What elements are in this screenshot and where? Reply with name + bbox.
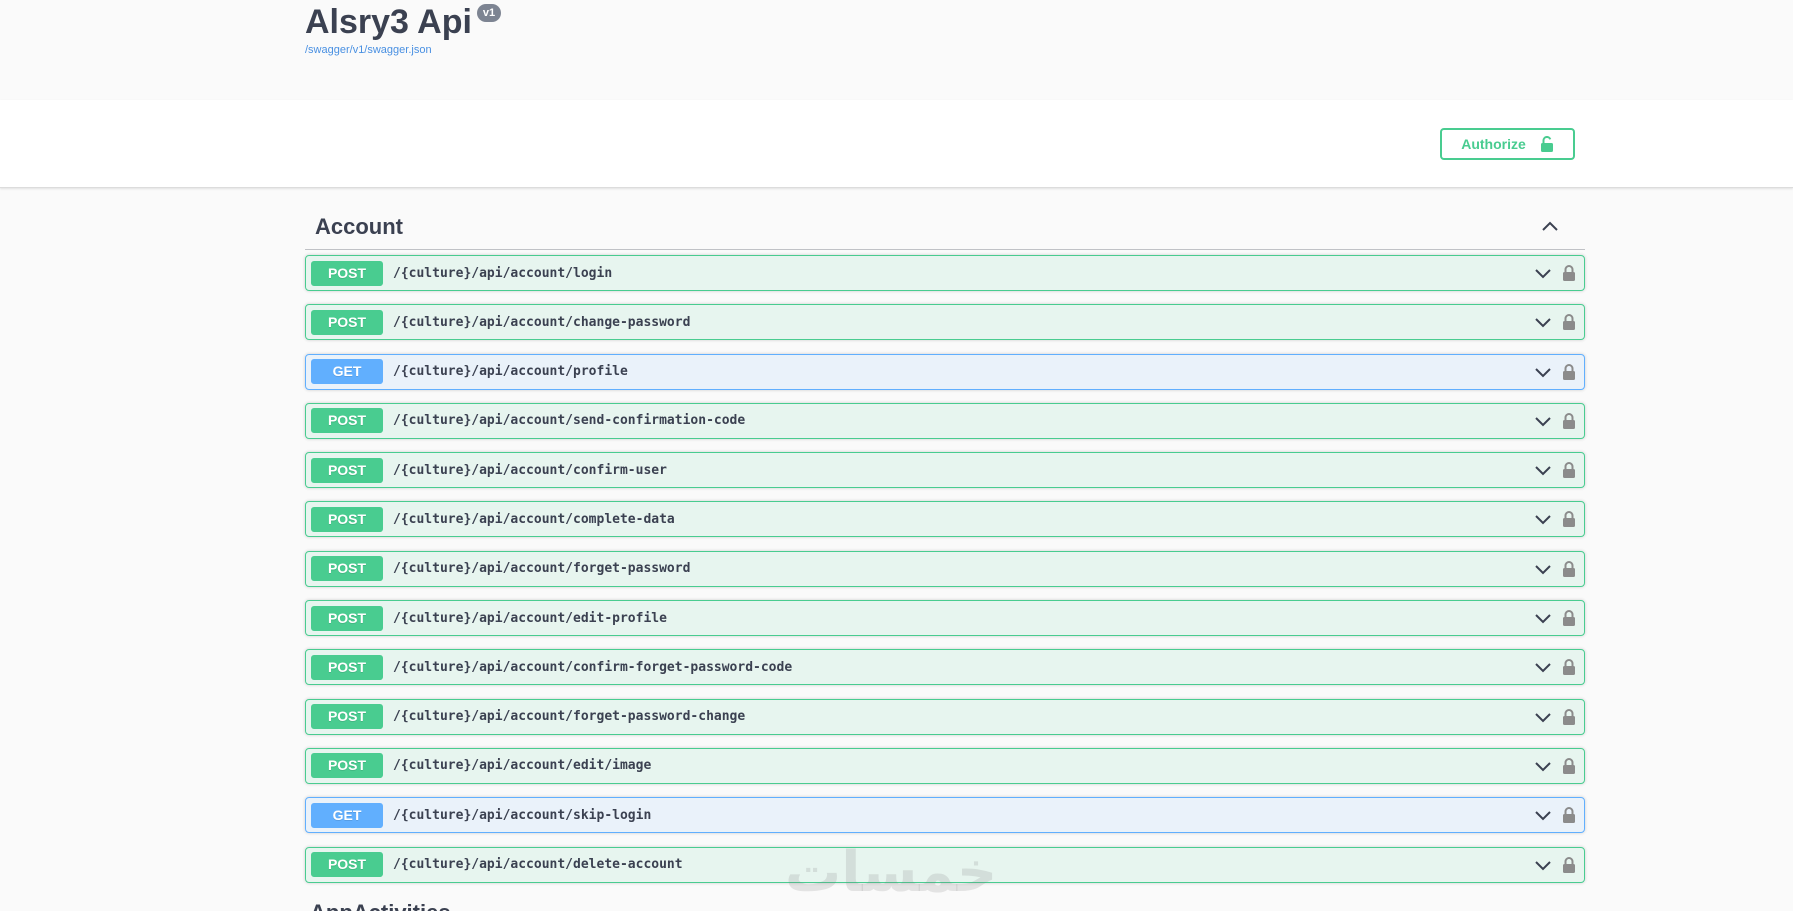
- version-badge: v1: [476, 4, 502, 22]
- lock-icon[interactable]: [1562, 412, 1576, 429]
- tag-title: Account: [315, 214, 403, 239]
- operation-path: /{culture}/api/account/skip-login: [393, 807, 652, 823]
- chevron-down-icon[interactable]: [1534, 461, 1552, 479]
- chevron-down-icon[interactable]: [1534, 609, 1552, 627]
- lock-icon[interactable]: [1562, 610, 1576, 627]
- chevron-down-icon[interactable]: [1534, 856, 1552, 874]
- lock-icon[interactable]: [1562, 560, 1576, 577]
- operation-post[interactable]: POST /{culture}/api/account/send-confirma…: [305, 402, 1585, 439]
- chevron-down-icon[interactable]: [1534, 363, 1552, 381]
- operation-post[interactable]: POST /{culture}/api/account/forget-passwo…: [305, 550, 1585, 587]
- authorize-button[interactable]: Authorize: [1440, 128, 1575, 160]
- lock-icon[interactable]: [1562, 462, 1576, 479]
- operation-path: /{culture}/api/account/confirm-user: [393, 462, 667, 478]
- unlocked-lock-icon: [1540, 136, 1553, 152]
- lock-icon[interactable]: [1562, 757, 1576, 774]
- method-badge: POST: [311, 309, 383, 335]
- method-badge: POST: [311, 753, 383, 779]
- operation-path: /{culture}/api/account/confirm-forget-pa…: [393, 659, 793, 675]
- operation-post[interactable]: POST /{culture}/api/account/confirm-user: [305, 452, 1585, 489]
- operation-post[interactable]: POST /{culture}/api/account/edit-profile: [305, 600, 1585, 637]
- lock-icon[interactable]: [1562, 314, 1576, 331]
- method-badge: POST: [311, 506, 383, 532]
- operation-path: /{culture}/api/account/change-password: [393, 314, 691, 330]
- operation-path: /{culture}/api/account/forget-password-c…: [393, 709, 746, 725]
- operation-path: /{culture}/api/account/profile: [393, 364, 628, 380]
- watermark-logo: خمسات: [785, 840, 998, 905]
- operation-path: /{culture}/api/account/edit-profile: [393, 610, 667, 626]
- method-badge: GET: [311, 802, 383, 828]
- method-badge: POST: [311, 704, 383, 730]
- method-badge: POST: [311, 408, 383, 434]
- chevron-down-icon[interactable]: [1534, 313, 1552, 331]
- lock-icon[interactable]: [1562, 511, 1576, 528]
- chevron-down-icon[interactable]: [1534, 708, 1552, 726]
- lock-icon[interactable]: [1562, 363, 1576, 380]
- api-title-group: Alsry3 Api v1: [305, 2, 502, 42]
- api-info-header: Alsry3 Api v1 /swagger/v1/swagger.json: [0, 0, 1793, 100]
- operation-get[interactable]: GET /{culture}/api/account/profile: [305, 353, 1585, 390]
- operation-path: /{culture}/api/account/send-confirmation…: [393, 413, 746, 429]
- method-badge: POST: [311, 605, 383, 631]
- chevron-down-icon[interactable]: [1534, 806, 1552, 824]
- scheme-container: Authorize: [0, 100, 1793, 188]
- chevron-up-icon[interactable]: [1540, 217, 1560, 237]
- chevron-down-icon[interactable]: [1534, 757, 1552, 775]
- chevron-down-icon[interactable]: [1534, 510, 1552, 528]
- tag-title-next: AppActivities: [310, 900, 451, 911]
- tag-header[interactable]: Account: [305, 205, 1585, 250]
- operation-path: /{culture}/api/account/complete-data: [393, 511, 675, 527]
- chevron-down-icon[interactable]: [1534, 658, 1552, 676]
- method-badge: POST: [311, 260, 383, 286]
- swagger-json-link[interactable]: /swagger/v1/swagger.json: [305, 44, 432, 56]
- operation-post[interactable]: POST /{culture}/api/account/complete-data: [305, 501, 1585, 538]
- operation-post[interactable]: POST /{culture}/api/account/change-passwo…: [305, 304, 1585, 341]
- chevron-down-icon[interactable]: [1534, 264, 1552, 282]
- method-badge: POST: [311, 556, 383, 582]
- tag-section-account: Account POST /{culture}/api/account/login…: [305, 205, 1585, 896]
- operation-post[interactable]: POST /{culture}/api/account/confirm-forge…: [305, 649, 1585, 686]
- operation-get[interactable]: GET /{culture}/api/account/skip-login: [305, 797, 1585, 834]
- lock-icon[interactable]: [1562, 807, 1576, 824]
- operation-post[interactable]: POST /{culture}/api/account/forget-passwo…: [305, 698, 1585, 735]
- operations-list: POST /{culture}/api/account/login POST /{cu…: [305, 255, 1585, 883]
- operation-path: /{culture}/api/account/login: [393, 265, 613, 281]
- method-badge: GET: [311, 359, 383, 385]
- operation-path: /{culture}/api/account/forget-password: [393, 561, 691, 577]
- authorize-label: Authorize: [1461, 136, 1526, 152]
- chevron-down-icon[interactable]: [1534, 560, 1552, 578]
- chevron-down-icon[interactable]: [1534, 412, 1552, 430]
- method-badge: POST: [311, 457, 383, 483]
- api-title: Alsry3 Api: [305, 3, 472, 41]
- lock-icon[interactable]: [1562, 265, 1576, 281]
- method-badge: POST: [311, 654, 383, 680]
- operation-path: /{culture}/api/account/edit/image: [393, 758, 652, 774]
- lock-icon[interactable]: [1562, 708, 1576, 725]
- lock-icon[interactable]: [1562, 856, 1576, 873]
- lock-icon[interactable]: [1562, 659, 1576, 676]
- operation-post[interactable]: POST /{culture}/api/account/edit/image: [305, 747, 1585, 784]
- method-badge: POST: [311, 852, 383, 878]
- operation-post[interactable]: POST /{culture}/api/account/login: [305, 255, 1585, 291]
